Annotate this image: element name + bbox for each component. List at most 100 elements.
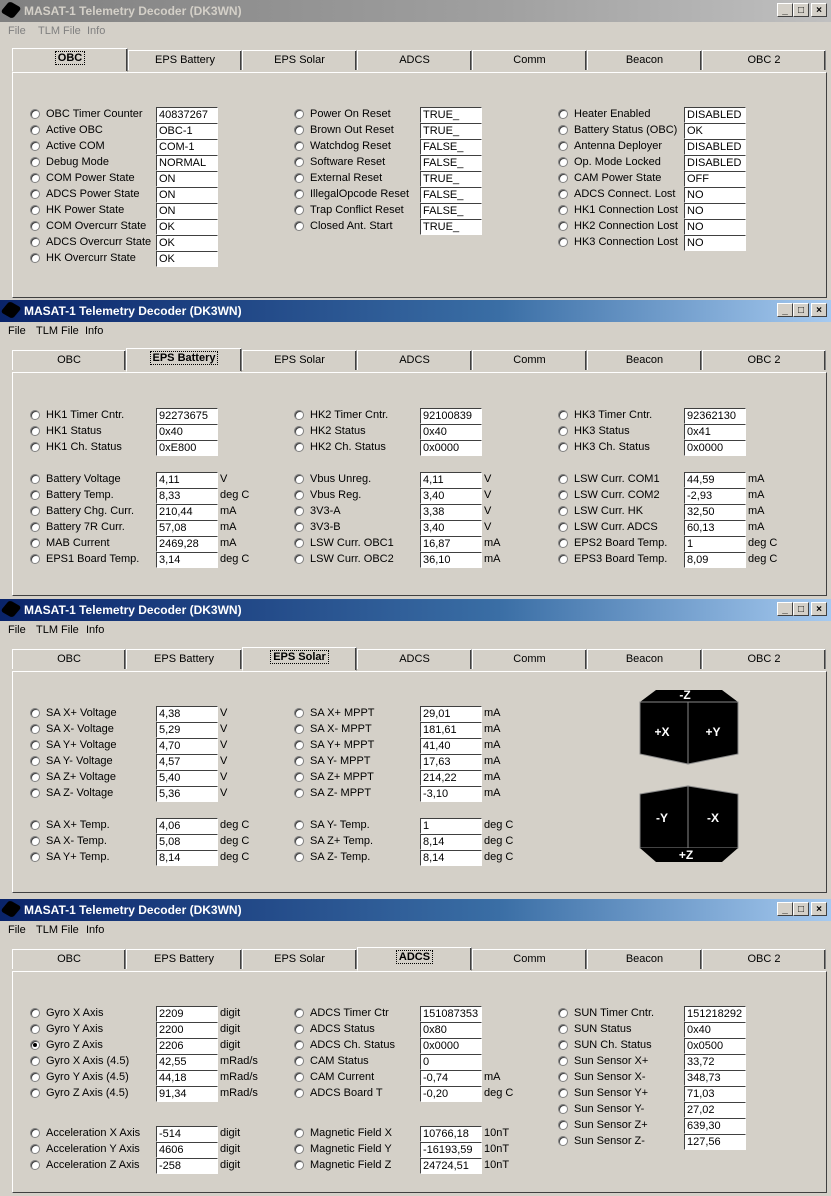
field-radio[interactable] bbox=[558, 237, 568, 247]
field-value[interactable]: -514 bbox=[156, 1126, 218, 1142]
field-radio[interactable] bbox=[558, 490, 568, 500]
field-radio[interactable] bbox=[294, 554, 304, 564]
field-radio[interactable] bbox=[294, 109, 304, 119]
tab-beacon[interactable]: Beacon bbox=[587, 350, 702, 370]
field-value[interactable]: -0,20 bbox=[420, 1086, 482, 1102]
field-value[interactable]: 8,33 bbox=[156, 488, 218, 504]
tab-obc[interactable]: OBC bbox=[12, 649, 126, 669]
field-radio[interactable] bbox=[294, 740, 304, 750]
field-value[interactable]: 44,59 bbox=[684, 472, 746, 488]
field-value[interactable]: 91,34 bbox=[156, 1086, 218, 1102]
tab-eps-solar[interactable]: EPS Solar bbox=[242, 949, 357, 969]
field-radio[interactable] bbox=[30, 157, 40, 167]
field-radio[interactable] bbox=[294, 1160, 304, 1170]
field-value[interactable]: NORMAL bbox=[156, 155, 218, 171]
tab-comm[interactable]: Comm bbox=[472, 50, 587, 70]
field-value[interactable]: -258 bbox=[156, 1158, 218, 1174]
tab-eps-solar[interactable]: EPS Solar bbox=[242, 50, 357, 70]
field-radio[interactable] bbox=[30, 836, 40, 846]
tab-obc2[interactable]: OBC 2 bbox=[702, 350, 826, 370]
title-bar[interactable]: MASAT-1 Telemetry Decoder (DK3WN) _ □ × bbox=[0, 0, 831, 22]
menu-tlm-file[interactable]: TLM File bbox=[38, 25, 81, 37]
field-radio[interactable] bbox=[30, 221, 40, 231]
field-radio[interactable] bbox=[30, 852, 40, 862]
field-radio[interactable] bbox=[558, 1040, 568, 1050]
field-radio[interactable] bbox=[294, 1144, 304, 1154]
tab-obc[interactable]: OBC bbox=[12, 350, 126, 370]
field-value[interactable]: 60,13 bbox=[684, 520, 746, 536]
field-radio[interactable] bbox=[30, 426, 40, 436]
field-value[interactable]: 639,30 bbox=[684, 1118, 746, 1134]
field-radio[interactable] bbox=[30, 506, 40, 516]
tab-comm[interactable]: Comm bbox=[472, 649, 587, 669]
field-value[interactable]: FALSE_ bbox=[420, 155, 482, 171]
field-value[interactable]: 3,14 bbox=[156, 552, 218, 568]
field-value[interactable]: OBC-1 bbox=[156, 123, 218, 139]
menu-file[interactable]: File bbox=[8, 25, 26, 37]
field-value[interactable]: 36,10 bbox=[420, 552, 482, 568]
minimize-button[interactable]: _ bbox=[777, 3, 793, 17]
field-radio[interactable] bbox=[558, 442, 568, 452]
field-value[interactable]: OK bbox=[156, 235, 218, 251]
field-value[interactable]: 0x0500 bbox=[684, 1038, 746, 1054]
menu-info[interactable]: Info bbox=[85, 325, 103, 337]
field-value[interactable]: 0x41 bbox=[684, 424, 746, 440]
tab-beacon[interactable]: Beacon bbox=[587, 649, 702, 669]
menu-file[interactable]: File bbox=[8, 924, 26, 936]
field-radio[interactable] bbox=[558, 1072, 568, 1082]
field-value[interactable]: 71,03 bbox=[684, 1086, 746, 1102]
field-value[interactable]: 1 bbox=[420, 818, 482, 834]
field-value[interactable]: 92273675 bbox=[156, 408, 218, 424]
tab-eps-solar[interactable]: EPS Solar bbox=[242, 647, 357, 671]
maximize-button[interactable]: □ bbox=[793, 3, 809, 17]
tab-obc[interactable]: OBC bbox=[12, 949, 126, 969]
field-value[interactable]: 8,14 bbox=[420, 834, 482, 850]
field-radio[interactable] bbox=[30, 109, 40, 119]
field-value[interactable]: 41,40 bbox=[420, 738, 482, 754]
field-value[interactable]: 92100839 bbox=[420, 408, 482, 424]
field-radio[interactable] bbox=[294, 141, 304, 151]
field-radio[interactable] bbox=[30, 141, 40, 151]
tab-eps-battery[interactable]: EPS Battery bbox=[126, 649, 242, 669]
field-radio[interactable] bbox=[558, 410, 568, 420]
field-radio[interactable] bbox=[30, 1056, 40, 1066]
field-radio[interactable] bbox=[30, 189, 40, 199]
field-value[interactable]: TRUE_ bbox=[420, 171, 482, 187]
field-radio[interactable] bbox=[294, 173, 304, 183]
tab-adcs[interactable]: ADCS bbox=[357, 947, 472, 971]
field-radio[interactable] bbox=[294, 522, 304, 532]
field-radio[interactable] bbox=[294, 506, 304, 516]
field-value[interactable]: ON bbox=[156, 187, 218, 203]
field-radio[interactable] bbox=[294, 756, 304, 766]
field-radio[interactable] bbox=[30, 756, 40, 766]
field-radio[interactable] bbox=[30, 125, 40, 135]
close-button[interactable]: × bbox=[811, 902, 827, 916]
field-value[interactable]: FALSE_ bbox=[420, 187, 482, 203]
tab-beacon[interactable]: Beacon bbox=[587, 50, 702, 70]
title-bar[interactable]: MASAT-1 Telemetry Decoder (DK3WN) _ □ × bbox=[0, 599, 831, 621]
field-radio[interactable] bbox=[294, 708, 304, 718]
field-radio[interactable] bbox=[294, 772, 304, 782]
field-radio[interactable] bbox=[294, 125, 304, 135]
field-value[interactable]: 40837267 bbox=[156, 107, 218, 123]
field-radio[interactable] bbox=[30, 1024, 40, 1034]
field-value[interactable]: 4,38 bbox=[156, 706, 218, 722]
field-radio[interactable] bbox=[558, 189, 568, 199]
field-radio[interactable] bbox=[558, 1024, 568, 1034]
close-button[interactable]: × bbox=[811, 3, 827, 17]
field-value[interactable]: 4,70 bbox=[156, 738, 218, 754]
field-radio[interactable] bbox=[294, 1024, 304, 1034]
field-radio[interactable] bbox=[30, 1072, 40, 1082]
field-radio[interactable] bbox=[558, 205, 568, 215]
menu-tlm-file[interactable]: TLM File bbox=[36, 624, 79, 636]
field-value[interactable]: 1 bbox=[684, 536, 746, 552]
field-radio[interactable] bbox=[294, 442, 304, 452]
field-radio[interactable] bbox=[294, 852, 304, 862]
field-value[interactable]: 8,09 bbox=[684, 552, 746, 568]
field-radio[interactable] bbox=[558, 141, 568, 151]
field-value[interactable]: TRUE_ bbox=[420, 219, 482, 235]
field-radio[interactable] bbox=[30, 772, 40, 782]
field-radio[interactable] bbox=[30, 237, 40, 247]
field-radio[interactable] bbox=[30, 1088, 40, 1098]
field-value[interactable]: 32,50 bbox=[684, 504, 746, 520]
